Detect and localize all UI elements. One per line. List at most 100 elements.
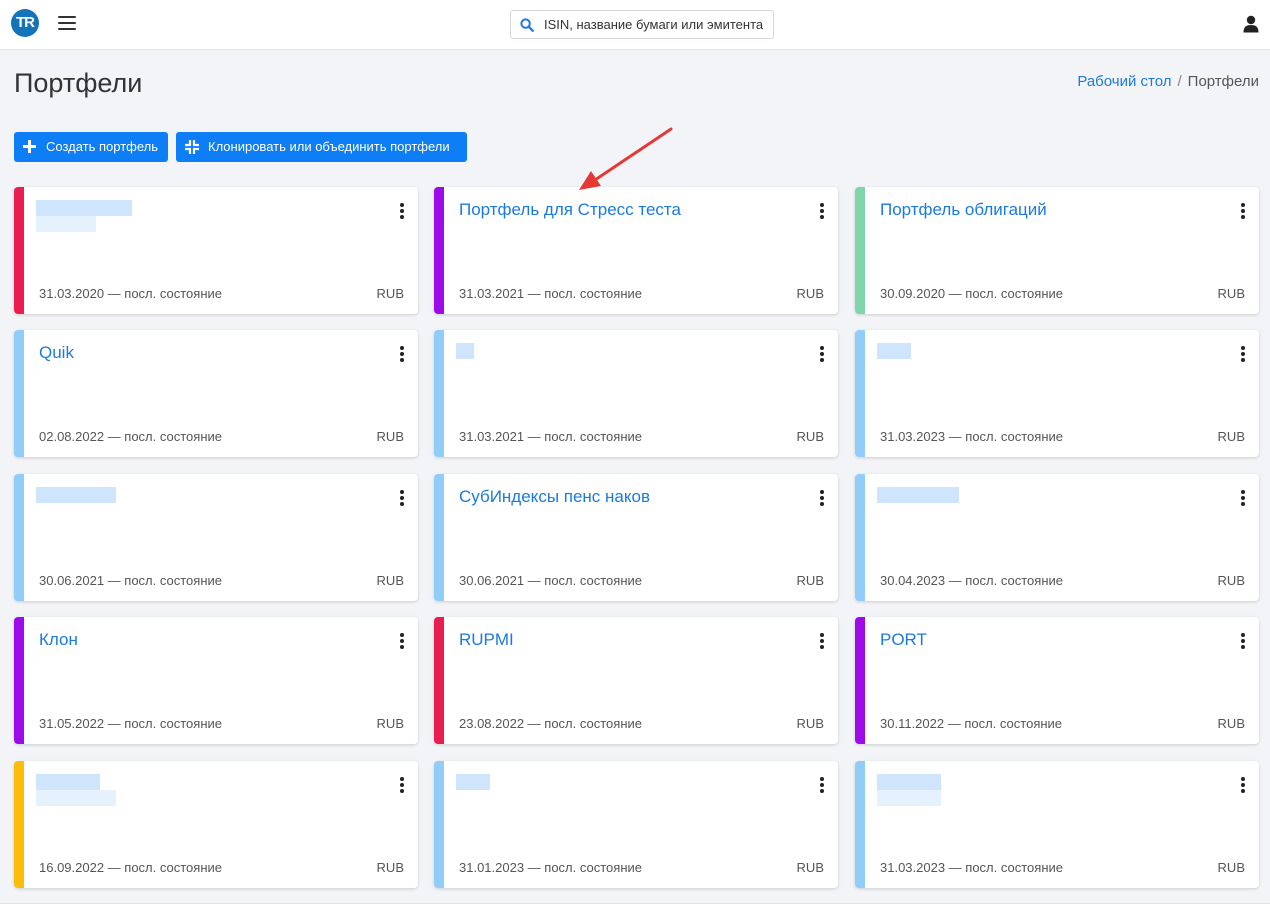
portfolio-card[interactable]: PORT 30.11.2022 — посл. состояние RUB <box>855 617 1259 744</box>
portfolio-currency: RUB <box>376 573 404 588</box>
portfolio-date: 31.03.2023 — посл. состояние <box>880 429 1063 444</box>
portfolio-card[interactable]: 31.03.2023 — посл. состояние RUB <box>855 761 1259 888</box>
card-color-stripe <box>14 761 24 888</box>
card-color-stripe <box>855 330 865 457</box>
portfolio-date: 30.06.2021 — посл. состояние <box>459 573 642 588</box>
portfolio-card[interactable]: СубИндексы пенс наков 30.06.2021 — посл. … <box>434 474 838 601</box>
portfolio-card[interactable]: 31.03.2023 — посл. состояние RUB <box>855 330 1259 457</box>
portfolio-currency: RUB <box>1217 716 1245 731</box>
search-box <box>510 10 774 39</box>
portfolio-currency: RUB <box>1217 860 1245 875</box>
portfolio-date: 02.08.2022 — посл. состояние <box>39 429 222 444</box>
more-options-icon[interactable] <box>819 777 825 793</box>
redacted-title <box>456 343 474 359</box>
more-options-icon[interactable] <box>1240 490 1246 506</box>
card-color-stripe <box>434 761 444 888</box>
portfolio-card[interactable]: 31.03.2021 — посл. состояние RUB <box>434 330 838 457</box>
clone-merge-label: Клонировать или объединить портфели <box>208 139 450 154</box>
portfolio-currency: RUB <box>376 716 404 731</box>
more-options-icon[interactable] <box>399 203 405 219</box>
portfolio-currency: RUB <box>1217 573 1245 588</box>
more-options-icon[interactable] <box>1240 777 1246 793</box>
portfolio-currency: RUB <box>796 716 824 731</box>
create-portfolio-label: Создать портфель <box>46 139 159 154</box>
portfolio-card[interactable]: 30.04.2023 — посл. состояние RUB <box>855 474 1259 601</box>
more-options-icon[interactable] <box>399 777 405 793</box>
logo[interactable]: TR <box>11 9 39 37</box>
user-icon[interactable] <box>1243 15 1259 33</box>
portfolio-title-link[interactable]: PORT <box>880 630 927 650</box>
card-color-stripe <box>434 617 444 744</box>
portfolio-card[interactable]: 16.09.2022 — посл. состояние RUB <box>14 761 418 888</box>
search-input[interactable] <box>544 11 772 38</box>
portfolio-title-link[interactable]: RUPMI <box>459 630 514 650</box>
portfolio-date: 30.11.2022 — посл. состояние <box>880 716 1063 731</box>
portfolio-card[interactable]: Портфель для Стресс теста 31.03.2021 — по… <box>434 187 838 314</box>
portfolio-currency: RUB <box>1217 286 1245 301</box>
card-color-stripe <box>14 187 24 314</box>
portfolio-date: 23.08.2022 — посл. состояние <box>459 716 642 731</box>
more-options-icon[interactable] <box>1240 203 1246 219</box>
more-options-icon[interactable] <box>1240 346 1246 362</box>
portfolio-date: 31.05.2022 — посл. состояние <box>39 716 222 731</box>
portfolio-card[interactable]: 31.03.2020 — посл. состояние RUB <box>14 187 418 314</box>
breadcrumb-current: Портфели <box>1187 73 1259 90</box>
portfolio-date: 31.03.2021 — посл. состояние <box>459 429 642 444</box>
portfolio-date: 31.01.2023 — посл. состояние <box>459 860 642 875</box>
portfolio-title-link[interactable]: СубИндексы пенс наков <box>459 487 650 507</box>
more-options-icon[interactable] <box>819 633 825 649</box>
breadcrumb-separator: / <box>1177 73 1182 90</box>
redacted-title <box>877 774 941 806</box>
more-options-icon[interactable] <box>399 633 405 649</box>
card-color-stripe <box>14 474 24 601</box>
portfolio-card[interactable]: Quik 02.08.2022 — посл. состояние RUB <box>14 330 418 457</box>
compress-icon <box>185 140 199 154</box>
portfolio-card[interactable]: RUPMI 23.08.2022 — посл. состояние RUB <box>434 617 838 744</box>
more-options-icon[interactable] <box>819 203 825 219</box>
portfolio-title-link[interactable]: Quik <box>39 343 74 363</box>
clone-merge-portfolios-button[interactable]: Клонировать или объединить портфели <box>176 132 467 162</box>
portfolio-currency: RUB <box>796 860 824 875</box>
portfolio-title-link[interactable]: Портфель облигаций <box>880 200 1047 220</box>
portfolio-date: 31.03.2023 — посл. состояние <box>880 860 1063 875</box>
portfolio-date: 31.03.2020 — посл. состояние <box>39 286 222 301</box>
annotation-arrow-icon <box>579 127 673 190</box>
redacted-title <box>877 343 911 359</box>
create-portfolio-button[interactable]: Создать портфель <box>14 132 168 162</box>
portfolio-currency: RUB <box>376 429 404 444</box>
more-options-icon[interactable] <box>819 346 825 362</box>
portfolio-date: 16.09.2022 — посл. состояние <box>39 860 222 875</box>
more-options-icon[interactable] <box>399 490 405 506</box>
redacted-title <box>36 487 116 503</box>
more-options-icon[interactable] <box>819 490 825 506</box>
card-color-stripe <box>855 187 865 314</box>
portfolio-currency: RUB <box>796 286 824 301</box>
portfolio-card[interactable]: Клон 31.05.2022 — посл. состояние RUB <box>14 617 418 744</box>
hamburger-menu-icon[interactable] <box>58 16 76 32</box>
card-color-stripe <box>14 617 24 744</box>
portfolio-title-link[interactable]: Портфель для Стресс теста <box>459 200 681 220</box>
portfolio-card[interactable]: 31.01.2023 — посл. состояние RUB <box>434 761 838 888</box>
card-color-stripe <box>14 330 24 457</box>
card-color-stripe <box>855 617 865 744</box>
card-color-stripe <box>434 187 444 314</box>
redacted-title <box>877 487 959 503</box>
redacted-title <box>36 774 116 806</box>
redacted-title <box>36 200 132 232</box>
portfolio-date: 30.06.2021 — посл. состояние <box>39 573 222 588</box>
portfolio-card[interactable]: 30.06.2021 — посл. состояние RUB <box>14 474 418 601</box>
search-icon <box>520 18 534 32</box>
portfolio-card[interactable]: Портфель облигаций 30.09.2020 — посл. сос… <box>855 187 1259 314</box>
more-options-icon[interactable] <box>399 346 405 362</box>
redacted-title <box>456 774 490 790</box>
portfolio-currency: RUB <box>376 860 404 875</box>
more-options-icon[interactable] <box>1240 633 1246 649</box>
portfolio-title-link[interactable]: Клон <box>39 630 78 650</box>
page-title: Портфели <box>14 68 143 98</box>
card-color-stripe <box>434 330 444 457</box>
portfolio-currency: RUB <box>376 286 404 301</box>
portfolio-currency: RUB <box>1217 429 1245 444</box>
breadcrumb-home-link[interactable]: Рабочий стол <box>1077 73 1171 90</box>
portfolio-date: 30.09.2020 — посл. состояние <box>880 286 1063 301</box>
top-bar: TR <box>0 0 1270 50</box>
